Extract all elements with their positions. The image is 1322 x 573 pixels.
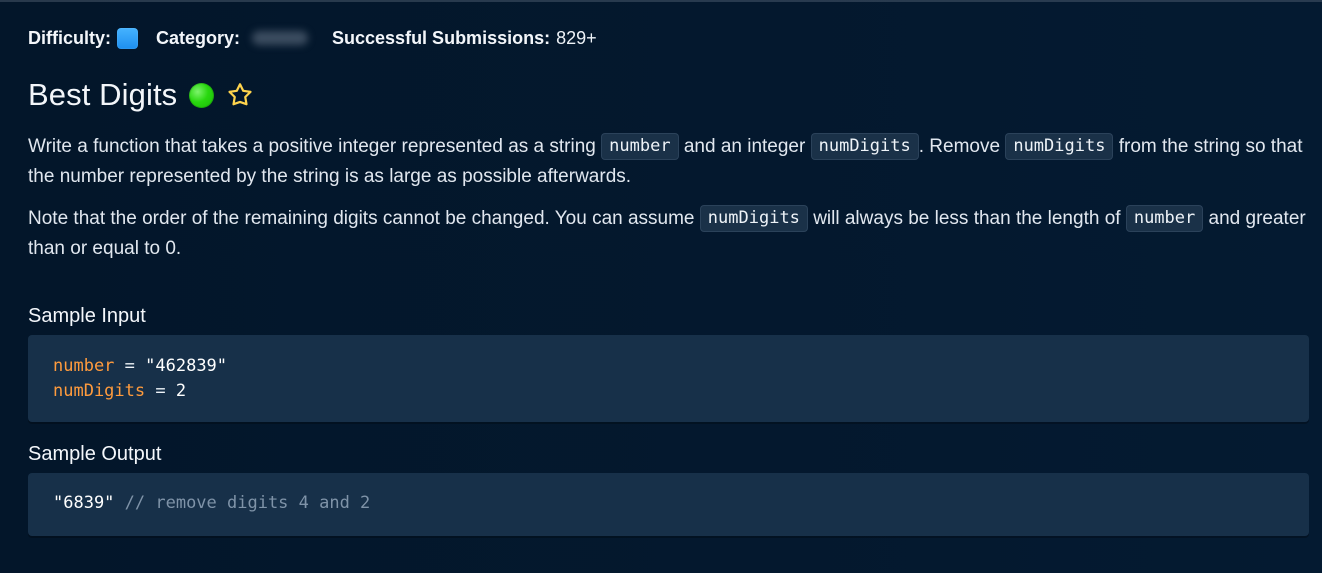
sample-output-heading: Sample Output: [28, 443, 162, 465]
number-value: 2: [175, 381, 187, 401]
description-text: . Remove: [918, 136, 1006, 157]
description-text: Note that the order of the remaining dig…: [28, 208, 700, 229]
operator: =: [114, 356, 146, 376]
category-hidden-value: [252, 31, 309, 45]
sample-output-code-block: "6839" // remove digits 4 and 2: [28, 473, 1309, 536]
question-title: Best Digits: [28, 77, 178, 112]
operator: =: [145, 381, 176, 401]
output-value: "6839": [53, 493, 115, 513]
code-line: numDigits = 2: [53, 379, 1284, 404]
difficulty-label: Difficulty:: [28, 28, 111, 48]
description-text: and an integer: [678, 136, 811, 157]
string-value: "462839": [145, 356, 228, 376]
category-label: Category:: [156, 28, 241, 48]
completed-status-icon: [189, 82, 215, 108]
question-meta-row: Difficulty: Category: Successful Submiss…: [28, 24, 597, 52]
inline-code-numdigits: numDigits: [699, 205, 808, 232]
submissions-value: 829+: [556, 28, 597, 48]
code-line: number = "462839": [53, 354, 1284, 379]
title-row: Best Digits: [28, 76, 254, 114]
variable-name: numDigits: [53, 381, 146, 401]
inline-code-numdigits: numDigits: [1005, 133, 1114, 160]
sample-input-code-block: number = "462839" numDigits = 2: [28, 335, 1309, 422]
inline-code-number: number: [601, 133, 679, 160]
sample-input-heading: Sample Input: [28, 305, 146, 327]
inline-code-numdigits: numDigits: [810, 133, 919, 160]
star-icon[interactable]: [226, 81, 254, 109]
description-paragraph-1: Write a function that takes a positive i…: [28, 132, 1307, 192]
page: Difficulty: Category: Successful Submiss…: [0, 0, 1322, 573]
submissions-label: Successful Submissions:: [332, 28, 551, 48]
description-text: will always be less than the length of: [807, 208, 1126, 229]
inline-code-number: number: [1125, 205, 1204, 232]
description-paragraph-2: Note that the order of the remaining dig…: [28, 204, 1307, 264]
description-text: Write a function that takes a positive i…: [28, 136, 602, 157]
top-divider: [0, 0, 1322, 2]
code-line: "6839" // remove digits 4 and 2: [53, 491, 1284, 516]
variable-name: number: [53, 356, 115, 376]
output-comment: // remove digits 4 and 2: [114, 493, 371, 513]
difficulty-badge-icon: [117, 27, 138, 49]
